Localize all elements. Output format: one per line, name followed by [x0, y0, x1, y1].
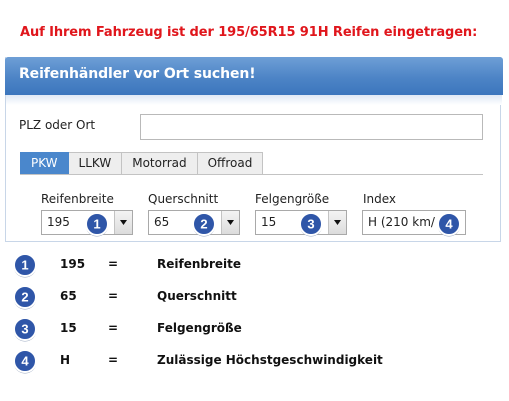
legend-code: 195: [60, 257, 86, 271]
tab-motorrad[interactable]: Motorrad: [122, 152, 198, 175]
badge-3-icon: 3: [13, 317, 37, 342]
legend-equals: =: [108, 321, 119, 335]
legend-equals: =: [108, 289, 119, 303]
index-value: H (210 km/: [368, 215, 435, 229]
legend-row: 2 65 = Querschnitt: [0, 284, 509, 310]
legend-equals: =: [108, 257, 119, 271]
chevron-down-icon[interactable]: [221, 211, 239, 234]
badge-3-label: 3: [307, 217, 314, 232]
tab-offroad[interactable]: Offroad: [197, 152, 264, 175]
reifenbreite-value: 195: [47, 215, 70, 229]
legend-description: Querschnitt: [157, 289, 237, 303]
badge-1-icon: 1: [85, 212, 109, 237]
badge-4-label: 4: [445, 217, 453, 232]
badge-4-icon: 4: [437, 212, 461, 237]
legend-code: H: [60, 353, 71, 367]
vehicle-tabs: PKW LLKW Motorrad Offroad: [20, 152, 264, 175]
page: Auf Ihrem Fahrzeug ist der 195/65R15 91H…: [0, 0, 509, 401]
tab-divider: [20, 174, 483, 175]
index-label: Index: [363, 192, 397, 206]
badge-1-icon: 1: [13, 253, 37, 278]
legend-badge-label: 3: [21, 322, 28, 337]
legend-description: Reifenbreite: [157, 257, 242, 271]
panel-header-shadow: [6, 95, 502, 105]
plz-input[interactable]: [140, 114, 483, 140]
panel-title: Reifenhändler vor Ort suchen!: [19, 66, 256, 82]
badge-2-icon: 2: [192, 212, 216, 237]
chevron-down-icon[interactable]: [114, 211, 132, 234]
reifenbreite-label: Reifenbreite: [41, 192, 114, 206]
tab-llkw[interactable]: LLKW: [68, 152, 123, 175]
legend-badge-label: 1: [21, 258, 28, 273]
legend-code: 65: [60, 289, 77, 303]
tab-pkw[interactable]: PKW: [20, 152, 69, 175]
legend-row: 4 H = Zulässige Höchstgeschwindigkeit: [0, 348, 509, 374]
legend-row: 3 15 = Felgengröße: [0, 316, 509, 342]
legend-badge-label: 2: [21, 290, 28, 305]
plz-label: PLZ oder Ort: [19, 118, 96, 132]
legend-description: Felgengröße: [157, 321, 242, 335]
querschnitt-label: Querschnitt: [148, 192, 219, 206]
legend-badge-label: 4: [21, 354, 29, 369]
legend-row: 1 195 = Reifenbreite: [0, 252, 509, 278]
badge-3-icon: 3: [299, 212, 323, 237]
legend-equals: =: [108, 353, 119, 367]
legend-description: Zulässige Höchstgeschwindigkeit: [157, 353, 383, 367]
badge-2-icon: 2: [13, 285, 37, 310]
querschnitt-value: 65: [154, 215, 170, 229]
headline: Auf Ihrem Fahrzeug ist der 195/65R15 91H…: [20, 25, 478, 40]
panel-header: Reifenhändler vor Ort suchen!: [5, 57, 503, 95]
legend-code: 15: [60, 321, 77, 335]
chevron-down-icon[interactable]: [328, 211, 346, 234]
badge-4-icon: 4: [13, 349, 37, 374]
badge-2-label: 2: [200, 217, 207, 232]
felgengroesse-label: Felgengröße: [255, 192, 330, 206]
felgengroesse-value: 15: [261, 215, 277, 229]
badge-1-label: 1: [93, 217, 100, 232]
